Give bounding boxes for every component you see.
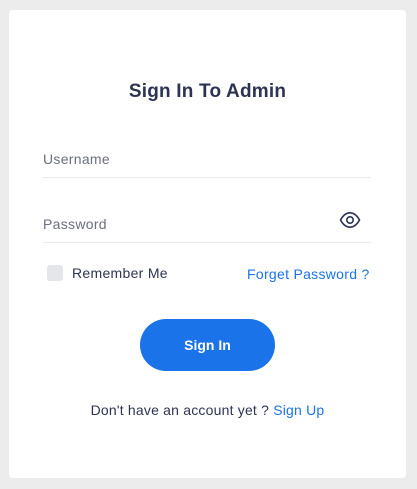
- signup-prompt-text: Don't have an account yet ?: [90, 402, 270, 418]
- password-input[interactable]: [43, 206, 343, 242]
- sign-in-button[interactable]: Sign In: [140, 319, 275, 371]
- sign-up-link[interactable]: Sign Up: [273, 402, 324, 418]
- username-input[interactable]: [43, 141, 371, 178]
- login-card: Sign In To Admin Remember Me Forget Pass…: [9, 10, 406, 478]
- remember-me-toggle[interactable]: Remember Me: [47, 265, 168, 281]
- signup-prompt: Don't have an account yet ? Sign Up: [9, 402, 406, 418]
- password-underline: [43, 242, 371, 243]
- remember-me-checkbox[interactable]: [47, 265, 63, 281]
- eye-icon[interactable]: [339, 211, 361, 229]
- page-title: Sign In To Admin: [128, 81, 287, 102]
- forget-password-link[interactable]: Forget Password ?: [247, 266, 370, 282]
- remember-me-label: Remember Me: [72, 265, 168, 281]
